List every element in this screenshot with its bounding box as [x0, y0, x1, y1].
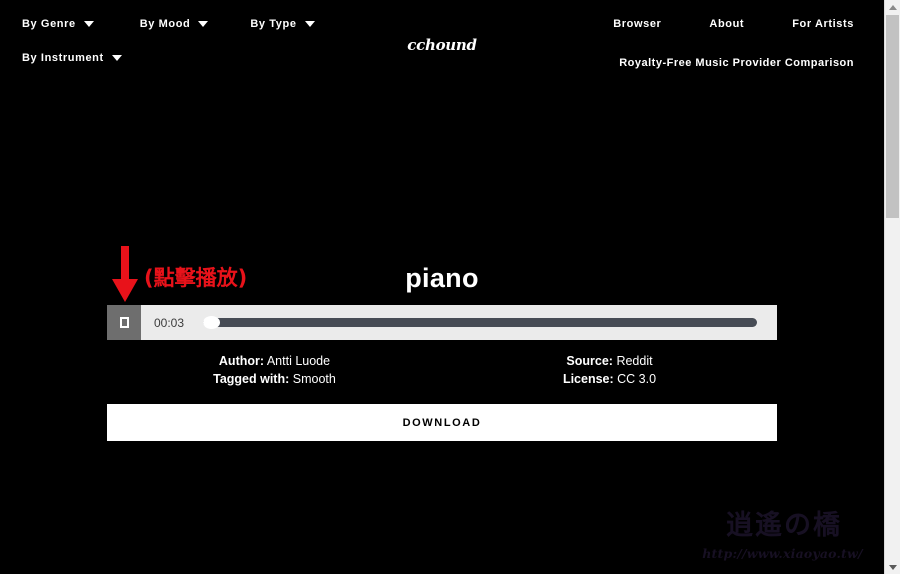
- nav-item-by-genre[interactable]: By Genre: [22, 18, 94, 30]
- progress-handle[interactable]: [203, 316, 221, 329]
- chevron-down-icon: [198, 21, 209, 27]
- chevron-down-icon: [111, 55, 122, 61]
- metadata-source: Source: Reddit: [442, 352, 777, 370]
- track-metadata: Author: Antti Luode Tagged with: Smooth …: [107, 352, 777, 388]
- page-title: piano: [405, 263, 479, 293]
- metadata-license: License: CC 3.0: [442, 370, 777, 388]
- vertical-scrollbar[interactable]: [884, 0, 900, 574]
- nav-item-about[interactable]: About: [709, 18, 744, 30]
- metadata-license-value[interactable]: CC 3.0: [617, 372, 656, 386]
- nav-item-for-artists[interactable]: For Artists: [792, 18, 854, 30]
- metadata-source-key: Source:: [566, 354, 613, 368]
- metadata-author-key: Author:: [218, 354, 265, 368]
- audio-player: 00:03: [107, 305, 777, 340]
- metadata-tags: Tagged with: Smooth: [107, 370, 442, 388]
- chevron-down-icon: [83, 21, 94, 27]
- metadata-column-left: Author: Antti Luode Tagged with: Smooth: [107, 352, 442, 388]
- nav-item-about-label: About: [709, 18, 745, 30]
- metadata-column-right: Source: Reddit License: CC 3.0: [442, 352, 777, 388]
- nav-item-provider-comparison[interactable]: Royalty-Free Music Provider Comparison: [565, 57, 854, 69]
- page-background: By Genre By Mood By Type By Instrument c…: [0, 0, 884, 574]
- chevron-down-icon: [304, 21, 315, 27]
- scrollbar-thumb[interactable]: [886, 15, 899, 218]
- metadata-source-value[interactable]: Reddit: [616, 354, 652, 368]
- scroll-up-arrow-icon: [888, 4, 897, 10]
- progress-slider[interactable]: [203, 316, 757, 329]
- player-time-label: 00:03: [154, 315, 185, 330]
- download-button[interactable]: DOWNLOAD: [107, 404, 777, 441]
- nav-item-by-mood[interactable]: By Mood: [140, 18, 209, 30]
- watermark-url: http://www.xiaoyao.tw/: [702, 546, 863, 561]
- stop-button[interactable]: [107, 305, 141, 340]
- scroll-up-button[interactable]: [885, 0, 900, 14]
- metadata-tags-value[interactable]: Smooth: [293, 372, 336, 386]
- nav-item-by-type-label: By Type: [250, 18, 297, 30]
- progress-track[interactable]: [203, 318, 757, 327]
- nav-item-for-artists-label: For Artists: [792, 18, 854, 30]
- watermark-logo: 逍遙の橋: [726, 510, 842, 541]
- nav-item-by-type[interactable]: By Type: [250, 18, 315, 30]
- nav-right-row-primary: Browser About For Artists: [565, 18, 854, 30]
- nav-row-primary: By Genre By Mood By Type: [22, 18, 402, 30]
- scroll-down-arrow-icon: [888, 564, 897, 570]
- metadata-author: Author: Antti Luode: [107, 352, 442, 370]
- browser-viewport: By Genre By Mood By Type By Instrument c…: [0, 0, 900, 574]
- metadata-license-key: License:: [562, 372, 614, 386]
- watermark: 逍遙の橋 http://www.xiaoyao.tw/: [695, 504, 870, 570]
- primary-nav-right: Browser About For Artists Royalty-Free M…: [565, 18, 854, 69]
- nav-item-browser[interactable]: Browser: [613, 18, 661, 30]
- nav-item-by-genre-label: By Genre: [22, 18, 76, 30]
- metadata-author-value: Antti Luode: [266, 354, 331, 368]
- nav-item-browser-label: Browser: [613, 18, 662, 30]
- scroll-down-button[interactable]: [885, 560, 900, 574]
- stop-icon: [119, 317, 129, 328]
- metadata-tags-key: Tagged with:: [213, 372, 290, 386]
- nav-item-by-mood-label: By Mood: [139, 18, 191, 30]
